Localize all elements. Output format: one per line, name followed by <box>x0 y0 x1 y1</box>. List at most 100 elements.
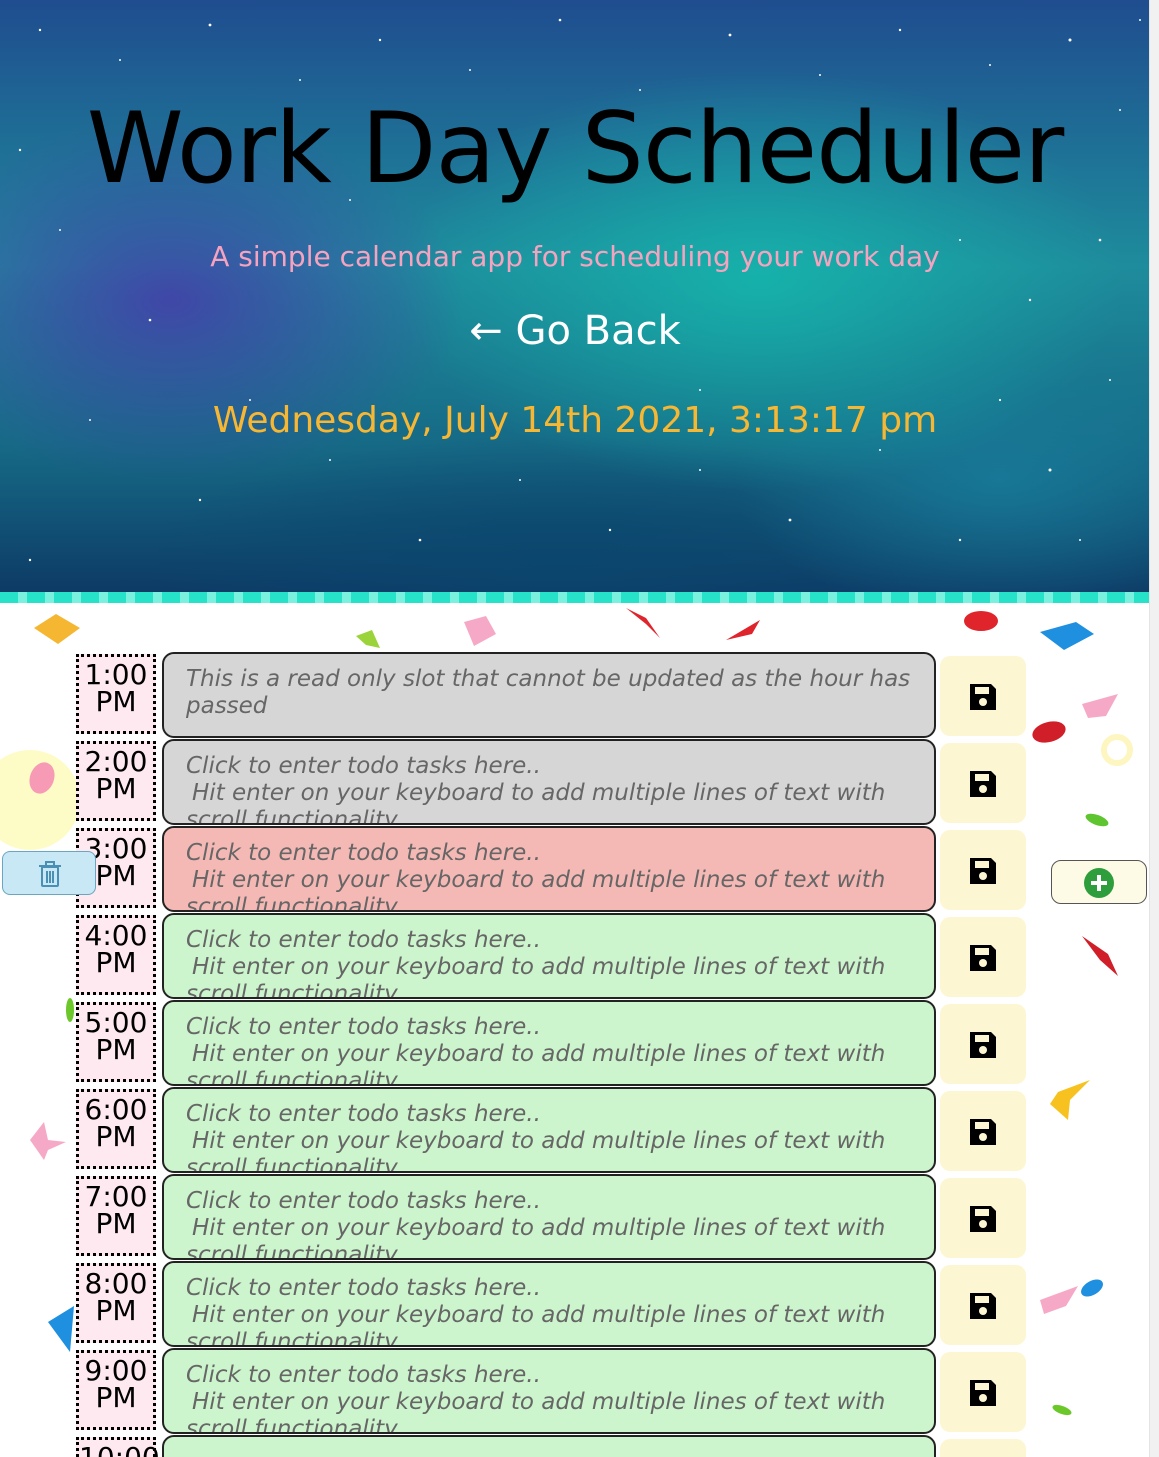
floppy-disk-icon <box>970 1206 996 1232</box>
save-button[interactable] <box>940 830 1026 910</box>
hour-period: PM <box>95 946 137 979</box>
task-textarea[interactable]: Click to enter todo tasks here.. Hit ente… <box>162 826 936 912</box>
task-textarea[interactable]: This is a read only slot that cannot be … <box>162 652 936 738</box>
task-text-line: scroll functionality <box>186 1242 398 1260</box>
go-back-link[interactable]: ← Go Back <box>0 308 1150 354</box>
task-text-line: Click to enter todo tasks here.. <box>186 753 541 779</box>
hour-period: PM <box>95 1033 137 1066</box>
time-block-row: 3:00 PM Click to enter todo tasks here.. Hi… <box>0 826 1150 913</box>
hour-time: 8:00 <box>84 1267 148 1300</box>
scrollbar[interactable] <box>1149 0 1159 1457</box>
time-block-row: 1:00 PM This is a read only slot that cann… <box>0 652 1150 739</box>
task-text-line: passed <box>186 693 268 719</box>
plus-circle-icon <box>1084 868 1114 898</box>
hour-label: 7:00 PM <box>76 1176 156 1256</box>
task-textarea[interactable]: Click to enter todo tasks here.. Hit ente… <box>162 1348 936 1434</box>
save-button[interactable] <box>940 1004 1026 1084</box>
task-text-line: Hit enter on your keyboard to add multip… <box>192 954 886 980</box>
hour-period: PM <box>95 1120 137 1153</box>
hour-period: PM <box>95 1294 137 1327</box>
hour-label: 6:00 PM <box>76 1089 156 1169</box>
task-text-line: scroll functionality <box>186 807 398 825</box>
task-text-line: scroll functionality <box>186 981 398 999</box>
hour-time: 6:00 <box>84 1093 148 1126</box>
trash-icon <box>39 861 61 887</box>
hour-label: 4:00 PM <box>76 915 156 995</box>
save-button[interactable] <box>940 1439 1026 1457</box>
task-text-line: Hit enter on your keyboard to add multip… <box>192 1041 886 1067</box>
hour-period: PM <box>95 1207 137 1240</box>
task-text-line: Click to enter todo tasks here.. <box>186 1101 541 1127</box>
time-block-row: 9:00 PM Click to enter todo tasks here.. Hi… <box>0 1348 1150 1435</box>
save-button[interactable] <box>940 1091 1026 1171</box>
task-text-line: Hit enter on your keyboard to add multip… <box>192 1302 886 1328</box>
time-block-row: 7:00 PM Click to enter todo tasks here.. Hi… <box>0 1174 1150 1261</box>
floppy-disk-icon <box>970 1293 996 1319</box>
floppy-disk-icon <box>970 858 996 884</box>
save-button[interactable] <box>940 743 1026 823</box>
task-text-line: Click to enter todo tasks here.. <box>186 1362 541 1388</box>
hour-period: PM <box>95 685 137 718</box>
task-textarea[interactable]: Click to enter todo tasks here.. Hit ente… <box>162 913 936 999</box>
hour-label: 8:00 PM <box>76 1263 156 1343</box>
floppy-disk-icon <box>970 771 996 797</box>
hour-label: 9:00 PM <box>76 1350 156 1430</box>
save-button[interactable] <box>940 917 1026 997</box>
task-text-line: Hit enter on your keyboard to add multip… <box>192 780 886 806</box>
hour-time: 1:00 <box>84 658 148 691</box>
task-text-line: scroll functionality <box>186 1155 398 1173</box>
task-text-line: scroll functionality <box>186 1329 398 1347</box>
starfield-background <box>18 18 1141 562</box>
save-button[interactable] <box>940 656 1026 736</box>
hour-time: 4:00 <box>84 919 148 952</box>
hour-time: 2:00 <box>84 745 148 778</box>
task-textarea[interactable]: Click to enter todo tasks here.. Hit ente… <box>162 1174 936 1260</box>
time-block-row: 5:00 PM Click to enter todo tasks here.. Hi… <box>0 1000 1150 1087</box>
time-block-row: 6:00 PM Click to enter todo tasks here.. Hi… <box>0 1087 1150 1174</box>
header-border <box>0 592 1150 603</box>
task-text-line: Click to enter todo tasks here.. <box>186 1188 541 1214</box>
hour-label: 5:00 PM <box>76 1002 156 1082</box>
scheduler-page: Work Day Scheduler A simple calendar app… <box>0 0 1150 1457</box>
delete-button[interactable] <box>2 851 96 895</box>
floppy-disk-icon <box>970 945 996 971</box>
page-subtitle: A simple calendar app for scheduling you… <box>210 240 940 273</box>
task-textarea[interactable]: Click to enter todo tasks here.. Hit ente… <box>162 1087 936 1173</box>
hour-time: 7:00 <box>84 1180 148 1213</box>
time-block-row: 2:00 PM Click to enter todo tasks here.. Hi… <box>0 739 1150 826</box>
save-button[interactable] <box>940 1352 1026 1432</box>
hour-label: 1:00 PM <box>76 654 156 734</box>
hour-time: 9:00 <box>84 1354 148 1387</box>
hour-time: 10:00 <box>79 1444 160 1457</box>
task-textarea[interactable]: Click to enter todo tasks here.. Hit ente… <box>162 1261 936 1347</box>
hour-period: PM <box>95 772 137 805</box>
time-block-row: 4:00 PM Click to enter todo tasks here.. Hi… <box>0 913 1150 1000</box>
floppy-disk-icon <box>970 1380 996 1406</box>
save-button[interactable] <box>940 1265 1026 1345</box>
task-text-line: scroll functionality <box>186 894 398 912</box>
add-button[interactable] <box>1051 860 1147 904</box>
time-block-row: 8:00 PM Click to enter todo tasks here.. Hi… <box>0 1261 1150 1348</box>
task-text-line: Click to enter todo tasks here.. <box>186 1275 541 1301</box>
hour-period: PM <box>95 1381 137 1414</box>
task-textarea[interactable]: Click to enter todo tasks here.. Hit ente… <box>162 1000 936 1086</box>
time-block-row: 10:00PM <box>0 1435 1150 1457</box>
task-text-line: Hit enter on your keyboard to add multip… <box>192 1128 886 1154</box>
hour-label: 2:00 PM <box>76 741 156 821</box>
page-title: Work Day Scheduler <box>86 92 1065 206</box>
header-banner: Work Day Scheduler A simple calendar app… <box>0 0 1150 592</box>
hour-label: 10:00PM <box>76 1437 160 1457</box>
save-button[interactable] <box>940 1178 1026 1258</box>
task-text-line: Hit enter on your keyboard to add multip… <box>192 867 886 893</box>
task-text-line: Hit enter on your keyboard to add multip… <box>192 1389 886 1415</box>
task-textarea[interactable] <box>162 1435 936 1457</box>
task-text-line: scroll functionality <box>186 1416 398 1434</box>
current-datetime: Wednesday, July 14th 2021, 3:13:17 pm <box>212 400 938 441</box>
task-textarea[interactable]: Click to enter todo tasks here.. Hit ente… <box>162 739 936 825</box>
task-text-line: This is a read only slot that cannot be … <box>186 666 911 692</box>
floppy-disk-icon <box>970 684 996 710</box>
hour-time: 5:00 <box>84 1006 148 1039</box>
task-text-line: Click to enter todo tasks here.. <box>186 927 541 953</box>
task-text-line: scroll functionality <box>186 1068 398 1086</box>
floppy-disk-icon <box>970 1119 996 1145</box>
